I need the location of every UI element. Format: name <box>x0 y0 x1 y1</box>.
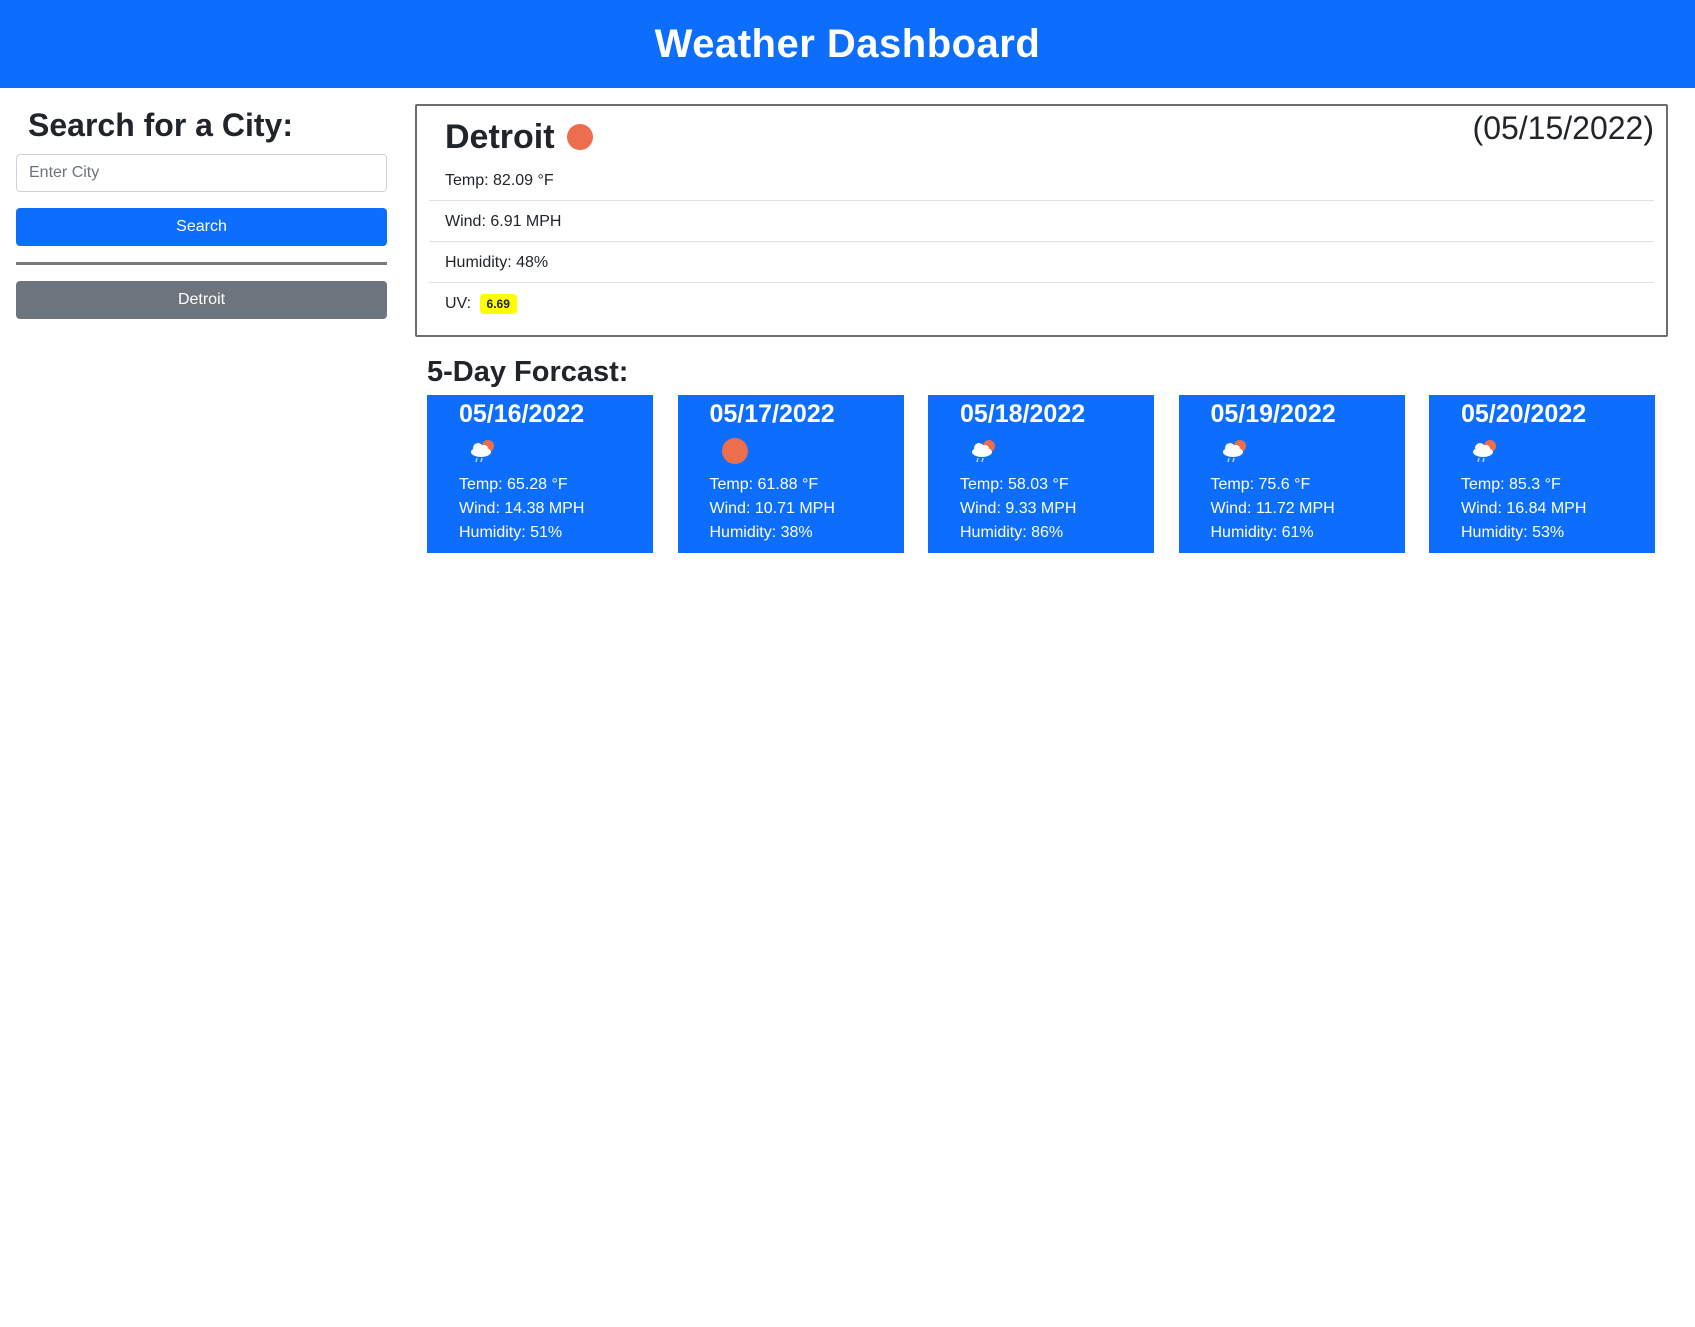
current-date: (05/15/2022) <box>1472 110 1654 146</box>
forecast-card: 05/16/2022 Temp: 65.28 °F Wind: 14.38 MP… <box>427 395 653 553</box>
forecast-icon-wrap <box>1461 429 1655 473</box>
forecast-humidity: Humidity: 53% <box>1461 524 1565 541</box>
forecast-temp: Temp: 65.28 °F <box>459 476 568 493</box>
forecast-wind: Wind: 16.84 MPH <box>1461 500 1587 517</box>
forecast-humidity: Humidity: 86% <box>960 524 1064 541</box>
current-humidity: Humidity: 48% <box>429 242 1654 283</box>
forecast-card: 05/17/2022 Temp: 61.88 °F Wind: 10.71 MP… <box>677 395 904 553</box>
rain-cloud-icon <box>972 440 995 463</box>
forecast-card: 05/18/2022 Temp: 58.03 °F Wind: 9.33 MPH… <box>928 395 1154 553</box>
search-history: Detroit <box>16 281 387 319</box>
forecast-card: 05/20/2022 Temp: 85.3 °F Wind: 16.84 MPH… <box>1429 395 1655 553</box>
current-details-list: Temp: 82.09 °F Wind: 6.91 MPH Humidity: … <box>429 160 1654 324</box>
search-sidebar: Search for a City: Search Detroit <box>16 104 387 319</box>
rain-cloud-icon <box>471 440 494 463</box>
forecast-date: 05/20/2022 <box>1461 400 1587 428</box>
forecast-date: 05/16/2022 <box>459 400 585 428</box>
current-city: Detroit <box>445 117 555 156</box>
forecast-temp: Temp: 75.6 °F <box>1210 476 1311 493</box>
search-heading: Search for a City: <box>28 107 293 143</box>
forecast-row: 05/16/2022 Temp: 65.28 °F Wind: 14.38 MP… <box>427 395 1655 553</box>
forecast-card: 05/19/2022 Temp: 75.6 °F Wind: 11.72 MPH… <box>1178 395 1405 553</box>
forecast-wind: Wind: 10.71 MPH <box>709 500 835 517</box>
forecast-temp: Temp: 58.03 °F <box>960 476 1069 493</box>
uv-label: UV: <box>445 295 472 312</box>
rain-cloud-icon <box>1222 440 1246 463</box>
forecast-icon-wrap <box>459 429 653 473</box>
forecast-wind: Wind: 9.33 MPH <box>960 500 1077 517</box>
forecast-temp: Temp: 61.88 °F <box>709 476 819 493</box>
forecast-icon-wrap <box>710 429 904 473</box>
forecast-icon-wrap <box>1211 429 1405 473</box>
divider <box>16 262 387 265</box>
forecast-heading: 5-Day Forcast: <box>427 356 629 388</box>
page-title: Weather Dashboard <box>654 21 1041 66</box>
forecast-temp: Temp: 85.3 °F <box>1461 476 1561 493</box>
forecast-date: 05/19/2022 <box>1210 400 1336 428</box>
history-city-button[interactable]: Detroit <box>16 281 387 319</box>
rain-cloud-icon <box>1473 440 1496 463</box>
forecast-wind: Wind: 11.72 MPH <box>1210 500 1335 517</box>
search-button[interactable]: Search <box>16 208 387 246</box>
forecast-humidity: Humidity: 38% <box>709 524 813 541</box>
forecast-wind: Wind: 14.38 MPH <box>459 500 585 517</box>
forecast-humidity: Humidity: 51% <box>459 524 563 541</box>
forecast-date: 05/18/2022 <box>960 400 1086 428</box>
sun-icon <box>566 124 593 150</box>
uv-badge: 6.69 <box>479 293 517 314</box>
current-uv: UV: 6.69 <box>429 283 1654 324</box>
forecast-humidity: Humidity: 61% <box>1210 524 1314 541</box>
forecast-icon-wrap <box>960 429 1154 473</box>
top-bar: Weather Dashboard <box>0 0 1695 88</box>
current-title-row: Detroit <box>445 114 593 160</box>
current-temp: Temp: 82.09 °F <box>429 160 1654 201</box>
forecast-date: 05/17/2022 <box>709 400 835 428</box>
current-weather-card: Detroit (05/15/2022) Temp: 82.09 °F Wind… <box>415 104 1668 337</box>
current-wind: Wind: 6.91 MPH <box>429 201 1654 242</box>
sun-icon <box>721 438 748 464</box>
city-search-input[interactable] <box>16 154 387 192</box>
